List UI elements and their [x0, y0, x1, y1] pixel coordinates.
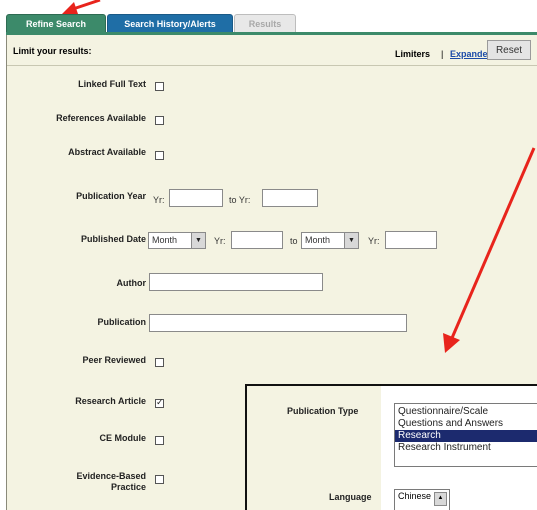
- limit-results-bar: Limit your results: Limiters | Expanders…: [7, 35, 537, 65]
- limiters-separator: |: [441, 49, 444, 59]
- peer-reviewed-checkbox[interactable]: [155, 358, 164, 367]
- evidence-based-label-line2: Practice: [110, 482, 146, 492]
- published-date-to-month-value: Month: [305, 235, 331, 245]
- publication-year-label: Publication Year: [76, 191, 146, 201]
- published-date-to-yr-label: Yr:: [368, 236, 380, 246]
- publication-type-option[interactable]: Questionnaire/Scale: [395, 406, 537, 418]
- abstract-available-checkbox[interactable]: [155, 151, 164, 160]
- tab-refine-search[interactable]: Refine Search: [6, 14, 106, 34]
- publication-year-to-label: to Yr:: [229, 195, 251, 205]
- published-date-from-year-input[interactable]: [231, 231, 283, 249]
- ce-module-label: CE Module: [99, 433, 147, 443]
- references-available-checkbox[interactable]: [155, 116, 164, 125]
- reset-button[interactable]: Reset: [487, 40, 531, 60]
- linked-full-text-label: Linked Full Text: [78, 79, 146, 89]
- ce-module-checkbox[interactable]: [155, 436, 164, 445]
- published-date-from-month-value: Month: [152, 235, 178, 245]
- author-input[interactable]: [149, 273, 323, 291]
- publication-type-option[interactable]: Research Instrument: [395, 442, 537, 454]
- limit-bar-divider: [7, 65, 537, 66]
- linked-full-text-checkbox[interactable]: [155, 82, 164, 91]
- published-date-to-year-input[interactable]: [385, 231, 437, 249]
- publication-type-option[interactable]: Questions and Answers: [395, 418, 537, 430]
- published-date-from-yr-label: Yr:: [214, 236, 226, 246]
- published-date-label: Published Date: [80, 234, 146, 244]
- published-date-to-label: to: [290, 236, 298, 246]
- language-label: Language: [329, 492, 372, 502]
- publication-year-to-input[interactable]: [262, 189, 318, 207]
- tab-search-history-alerts[interactable]: Search History/Alerts: [107, 14, 233, 34]
- author-label: Author: [116, 278, 147, 288]
- published-date-to-month-select[interactable]: Month ▼: [301, 232, 359, 249]
- scroll-up-icon[interactable]: ▲: [434, 492, 447, 506]
- limit-results-title: Limit your results:: [13, 46, 92, 56]
- publication-type-option-selected[interactable]: Research: [395, 430, 537, 442]
- publication-year-from-input[interactable]: [169, 189, 223, 207]
- search-options-window: Refine Search Search History/Alerts Resu…: [0, 0, 537, 510]
- research-article-checkbox[interactable]: [155, 397, 164, 408]
- language-value: Chinese: [398, 491, 432, 501]
- tab-results[interactable]: Results: [234, 14, 296, 34]
- research-article-label: Research Article: [75, 396, 146, 406]
- publication-year-from-label: Yr:: [153, 195, 165, 205]
- publication-input[interactable]: [149, 314, 407, 332]
- evidence-based-practice-label: Evidence-Based Practice: [76, 471, 146, 493]
- chevron-down-icon: ▼: [191, 233, 205, 248]
- publication-type-listbox[interactable]: Questionnaire/Scale Questions and Answer…: [394, 403, 537, 467]
- zoomed-inset: Publication Type Questionnaire/Scale Que…: [245, 384, 537, 510]
- abstract-available-label: Abstract Available: [68, 147, 146, 157]
- evidence-based-label-line1: Evidence-Based: [76, 471, 146, 481]
- publication-type-label: Publication Type: [287, 406, 359, 416]
- evidence-based-practice-checkbox[interactable]: [155, 475, 164, 484]
- publication-label: Publication: [97, 317, 146, 327]
- tab-bar: Refine Search Search History/Alerts Resu…: [0, 0, 537, 34]
- published-date-from-month-select[interactable]: Month ▼: [148, 232, 206, 249]
- language-listbox[interactable]: Chinese ▲: [394, 489, 450, 510]
- references-available-label: References Available: [56, 113, 146, 123]
- chevron-down-icon: ▼: [344, 233, 358, 248]
- limiters-label: Limiters: [395, 49, 431, 59]
- peer-reviewed-label: Peer Reviewed: [82, 355, 146, 365]
